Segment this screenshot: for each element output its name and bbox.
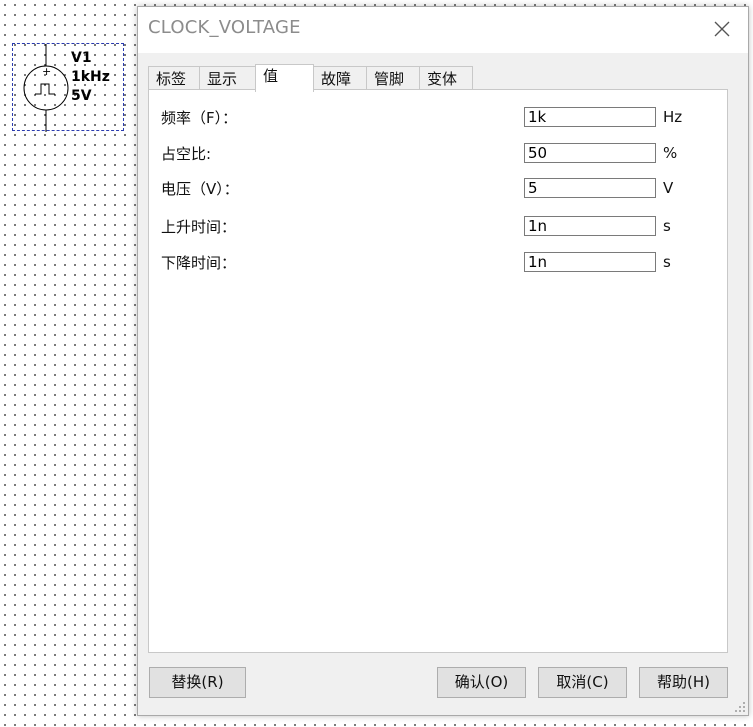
voltage-label: 电压（V）：	[161, 180, 239, 198]
tab-fault[interactable]: 故障	[313, 66, 367, 90]
tab-variant[interactable]: 变体	[419, 66, 473, 90]
rise-time-label: 上升时间：	[161, 218, 237, 236]
replace-button[interactable]: 替换(R)	[149, 667, 246, 698]
clock-voltage-component[interactable]: + V1 1kHz 5V	[12, 43, 124, 132]
fall-time-input[interactable]	[524, 252, 656, 272]
close-button[interactable]	[710, 17, 734, 41]
component-name-label: V1	[71, 50, 92, 66]
tab-pins[interactable]: 管脚	[366, 66, 420, 90]
component-voltage-label: 5V	[71, 88, 92, 104]
cancel-button[interactable]: 取消(C)	[538, 667, 627, 698]
help-button[interactable]: 帮助(H)	[639, 667, 728, 698]
voltage-input[interactable]	[524, 178, 656, 198]
value-tab-panel: 频率（F）： Hz 占空比: % 电压（V）： V 上升时间： s 下降时间： …	[148, 89, 728, 653]
fall-time-label: 下降时间：	[161, 254, 237, 272]
dialog-titlebar[interactable]: CLOCK_VOLTAGE	[138, 7, 748, 53]
dialog-title: CLOCK_VOLTAGE	[148, 17, 301, 38]
plus-sign: +	[42, 65, 52, 78]
rise-time-unit: s	[663, 217, 671, 235]
voltage-unit: V	[663, 179, 674, 197]
frequency-unit: Hz	[663, 108, 683, 126]
duty-cycle-input[interactable]	[524, 143, 656, 163]
tab-value[interactable]: 值	[255, 64, 314, 92]
clock-voltage-dialog: CLOCK_VOLTAGE 标签 显示 值 故障 管脚 变体 频率（F）： Hz…	[137, 6, 749, 716]
duty-cycle-unit: %	[663, 144, 678, 162]
frequency-input[interactable]	[524, 107, 656, 127]
tab-label[interactable]: 标签	[148, 66, 200, 90]
fall-time-unit: s	[663, 253, 671, 271]
resize-grip-icon[interactable]	[734, 701, 746, 713]
duty-cycle-label: 占空比:	[161, 145, 212, 163]
close-icon	[714, 21, 730, 37]
rise-time-input[interactable]	[524, 216, 656, 236]
frequency-label: 频率（F）：	[161, 109, 238, 127]
clock-source-symbol-icon	[23, 44, 69, 132]
ok-button[interactable]: 确认(O)	[437, 667, 526, 698]
component-frequency-label: 1kHz	[71, 69, 110, 85]
tab-display[interactable]: 显示	[199, 66, 256, 90]
